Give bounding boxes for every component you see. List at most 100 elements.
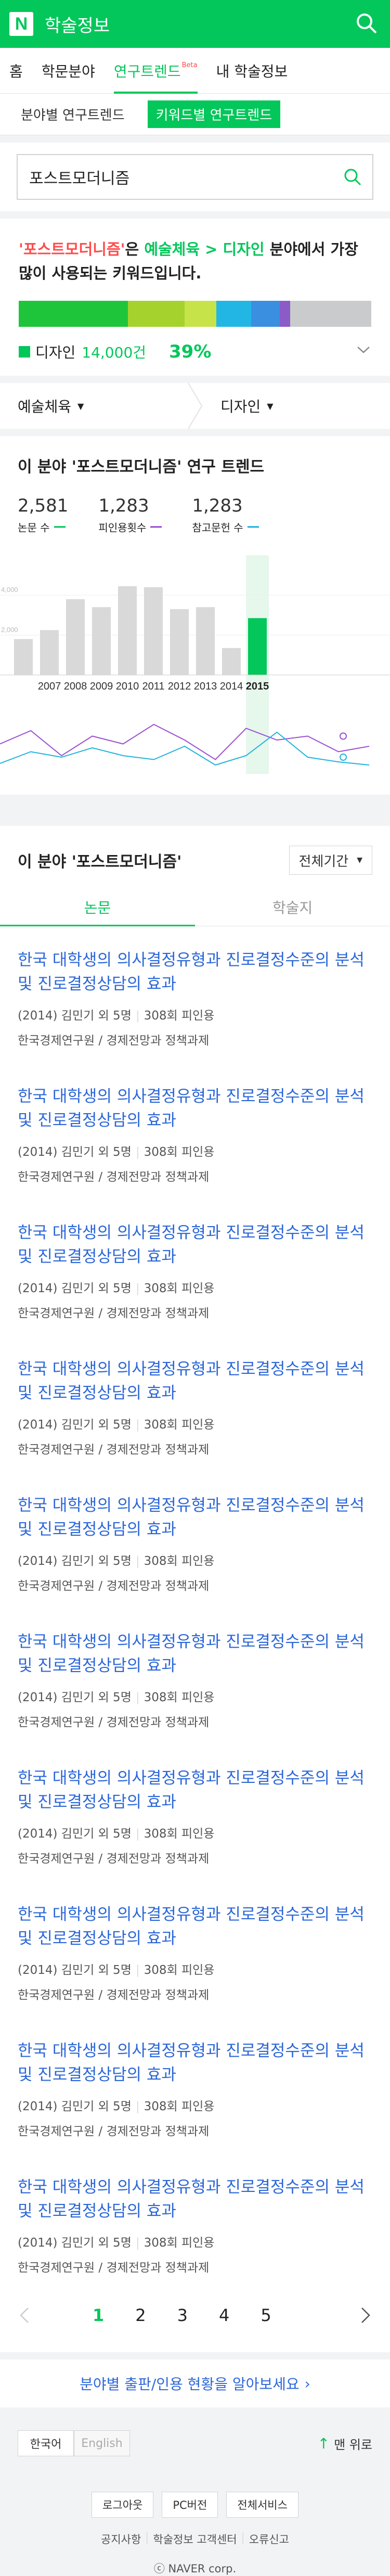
category-right-dropdown[interactable]: 디자인 ▼ [203, 383, 390, 429]
caret-down-icon: ▼ [357, 856, 362, 864]
paper-title[interactable]: 한국 대학생의 의사결정유형과 진로결정수준의 분석 및 진로결정상담의 효과 [18, 1085, 372, 1132]
page-numbers: 1 2 3 4 5 [93, 2305, 271, 2325]
tab-fields[interactable]: 학문분야 [32, 48, 105, 94]
sub-tabs: 분야별 연구트렌드 키워드별 연구트렌드 [0, 94, 390, 135]
bar [144, 587, 163, 675]
paper-meta: (2014) 김민기 외 5명 | 308회 피인용 [18, 1009, 215, 1023]
paper-title[interactable]: 한국 대학생의 의사결정유형과 진로결정수준의 분석 및 진로결정상담의 효과 [18, 1221, 372, 1269]
x-tick-label: 2015 [246, 681, 269, 692]
period-dropdown[interactable]: 전체기간 ▼ [289, 846, 372, 875]
distribution-segment [184, 301, 216, 327]
series-line [0, 731, 370, 766]
series-point [340, 732, 347, 740]
paper-meta: (2014) 김민기 외 5명 | 308회 피인용 [18, 1145, 215, 1159]
paper-title[interactable]: 한국 대학생의 의사결정유형과 진로결정수준의 분석 및 진로결정상담의 효과 [18, 1494, 372, 1541]
naver-logo[interactable]: N [9, 12, 33, 36]
tab-journals[interactable]: 학술지 [195, 890, 390, 926]
paper-item: 한국 대학생의 의사결정유형과 진로결정수준의 분석 및 진로결정상담의 효과 (… [0, 1744, 390, 1881]
keyword-summary: '포스트모더니즘'은 예술체육 > 디자인 분야에서 가장 많이 사용되는 키워… [0, 219, 390, 376]
bar [14, 639, 33, 675]
lang-english-button[interactable]: English [74, 2430, 130, 2456]
trend-section: 이 분야 '포스트모더니즘' 연구 트렌드 2,581 논문 수 1,283 피인용… [0, 436, 390, 795]
paper-item: 한국 대학생의 의사결정유형과 진로결정수준의 분석 및 진로결정상담의 효과 (… [0, 1335, 390, 1472]
y-tick-label: 2,000 [1, 626, 18, 633]
category-left-dropdown[interactable]: 예술체육 ▼ [0, 383, 187, 429]
paper-item: 한국 대학생의 의사결정유형과 진로결정수준의 분석 및 진로결정상담의 효과 (… [0, 1881, 390, 2017]
page-number[interactable]: 1 [93, 2305, 104, 2325]
copyright: ⓒ NAVER corp. [153, 2562, 237, 2575]
paper-item: 한국 대학생의 의사결정유형과 진로결정수준의 분석 및 진로결정상담의 효과 (… [0, 1472, 390, 1608]
paper-meta: (2014) 김민기 외 5명 | 308회 피인용 [18, 1554, 215, 1568]
notice-link[interactable]: 공지사항 [101, 2531, 141, 2547]
distribution-segment [128, 301, 185, 327]
paper-title[interactable]: 한국 대학생의 의사결정유형과 진로결정수준의 분석 및 진로결정상담의 효과 [18, 1903, 372, 1950]
paper-title[interactable]: 한국 대학생의 의사결정유형과 진로결정수준의 분석 및 진로결정상담의 효과 [18, 2175, 372, 2223]
pc-version-button[interactable]: PC버전 [162, 2492, 218, 2518]
page-number[interactable]: 4 [219, 2305, 229, 2325]
paper-item: 한국 대학생의 의사결정유형과 진로결정수준의 분석 및 진로결정상담의 효과 (… [0, 1608, 390, 1744]
x-tick-label: 2011 [142, 681, 164, 692]
x-tick-label: 2008 [64, 681, 87, 692]
tab-papers[interactable]: 논문 [0, 890, 195, 926]
legend-swatch [19, 346, 30, 358]
lang-korean-button[interactable]: 한국어 [18, 2430, 74, 2456]
bar [40, 630, 59, 675]
bar [170, 609, 189, 675]
paper-title[interactable]: 한국 대학생의 의사결정유형과 진로결정수준의 분석 및 진로결정상담의 효과 [18, 948, 372, 996]
paper-item: 한국 대학생의 의사결정유형과 진로결정수준의 분석 및 진로결정상담의 효과 (… [0, 1063, 390, 1199]
page-number[interactable]: 2 [135, 2305, 146, 2325]
subtab-field-trend[interactable]: 분야별 연구트렌드 [16, 100, 130, 128]
paper-meta: (2014) 김민기 외 5명 | 308회 피인용 [18, 2236, 215, 2250]
next-page-icon[interactable] [360, 2306, 372, 2325]
stats-banner[interactable]: 분야별 출판/인용 현황을 알아보세요 › [0, 2360, 390, 2407]
bar [118, 586, 137, 675]
footer-links: 공지사항 | 학술정보 고객센터 | 오류신고 [101, 2531, 289, 2547]
app-title[interactable]: 학술정보 [45, 11, 110, 37]
tab-research-trend[interactable]: 연구트렌드 Beta [105, 48, 207, 94]
prev-page-icon[interactable] [18, 2306, 30, 2325]
banner-text: 분야별 출판/인용 현황을 알아보세요 [80, 2376, 300, 2393]
all-services-button[interactable]: 전체서비스 [226, 2492, 298, 2518]
distribution-segment [279, 301, 291, 327]
paper-meta: (2014) 김민기 외 5명 | 308회 피인용 [18, 2100, 215, 2113]
paper-title[interactable]: 한국 대학생의 의사결정유형과 진로결정수준의 분석 및 진로결정상담의 효과 [18, 2039, 372, 2087]
keyword-search-input[interactable]: 포스트모더니즘 [17, 154, 373, 200]
page-number[interactable]: 3 [177, 2305, 188, 2325]
beta-badge: Beta [181, 61, 198, 69]
chevron-right-icon [188, 383, 203, 429]
subtab-keyword-trend[interactable]: 키워드별 연구트렌드 [147, 100, 281, 128]
support-link[interactable]: 학술정보 고객센터 [153, 2531, 237, 2547]
series-line [0, 723, 370, 760]
paper-publisher: 한국경제연구원 / 경제전망과 정책과제 [18, 2125, 210, 2138]
tab-home[interactable]: 홈 [0, 48, 32, 94]
magnifier-icon[interactable] [342, 167, 363, 187]
series-point [340, 754, 347, 761]
bar [196, 607, 215, 675]
arrow-up-icon: ↑ [317, 2434, 330, 2452]
legend-percent: 39% [169, 341, 212, 362]
back-to-top-button[interactable]: ↑ 맨 위로 [318, 2434, 372, 2453]
x-tick-label: 2014 [220, 681, 243, 692]
chevron-down-icon[interactable] [356, 345, 371, 355]
tab-my-info[interactable]: 내 학술정보 [207, 48, 297, 94]
stat-citations: 1,283 피인용횟수 [98, 495, 162, 534]
paper-publisher: 한국경제연구원 / 경제전망과 정책과제 [18, 1852, 210, 1866]
paper-title[interactable]: 한국 대학생의 의사결정유형과 진로결정수준의 분석 및 진로결정상담의 효과 [18, 1357, 372, 1405]
x-tick-label: 6 [0, 681, 1, 692]
distribution-segment [290, 301, 371, 327]
page-number[interactable]: 5 [261, 2305, 271, 2325]
search-icon[interactable] [355, 11, 379, 35]
paper-publisher: 한국경제연구원 / 경제전망과 정책과제 [18, 1579, 210, 1593]
chevron-right-icon: › [304, 2375, 310, 2392]
x-tick-label: 2007 [38, 681, 61, 692]
caret-down-icon: ▼ [267, 401, 274, 411]
paper-publisher: 한국경제연구원 / 경제전망과 정책과제 [18, 1034, 210, 1048]
caret-down-icon: ▼ [77, 401, 84, 411]
paper-title[interactable]: 한국 대학생의 의사결정유형과 진로결정수준의 분석 및 진로결정상담의 효과 [18, 1766, 372, 1814]
distribution-segment [251, 301, 280, 327]
report-error-link[interactable]: 오류신고 [249, 2531, 289, 2547]
logout-button[interactable]: 로그아웃 [92, 2492, 154, 2518]
paper-title[interactable]: 한국 대학생의 의사결정유형과 진로결정수준의 분석 및 진로결정상담의 효과 [18, 1630, 372, 1678]
field-distribution-bar [19, 301, 371, 327]
distribution-legend: 디자인 14,000건 39% [19, 341, 371, 362]
